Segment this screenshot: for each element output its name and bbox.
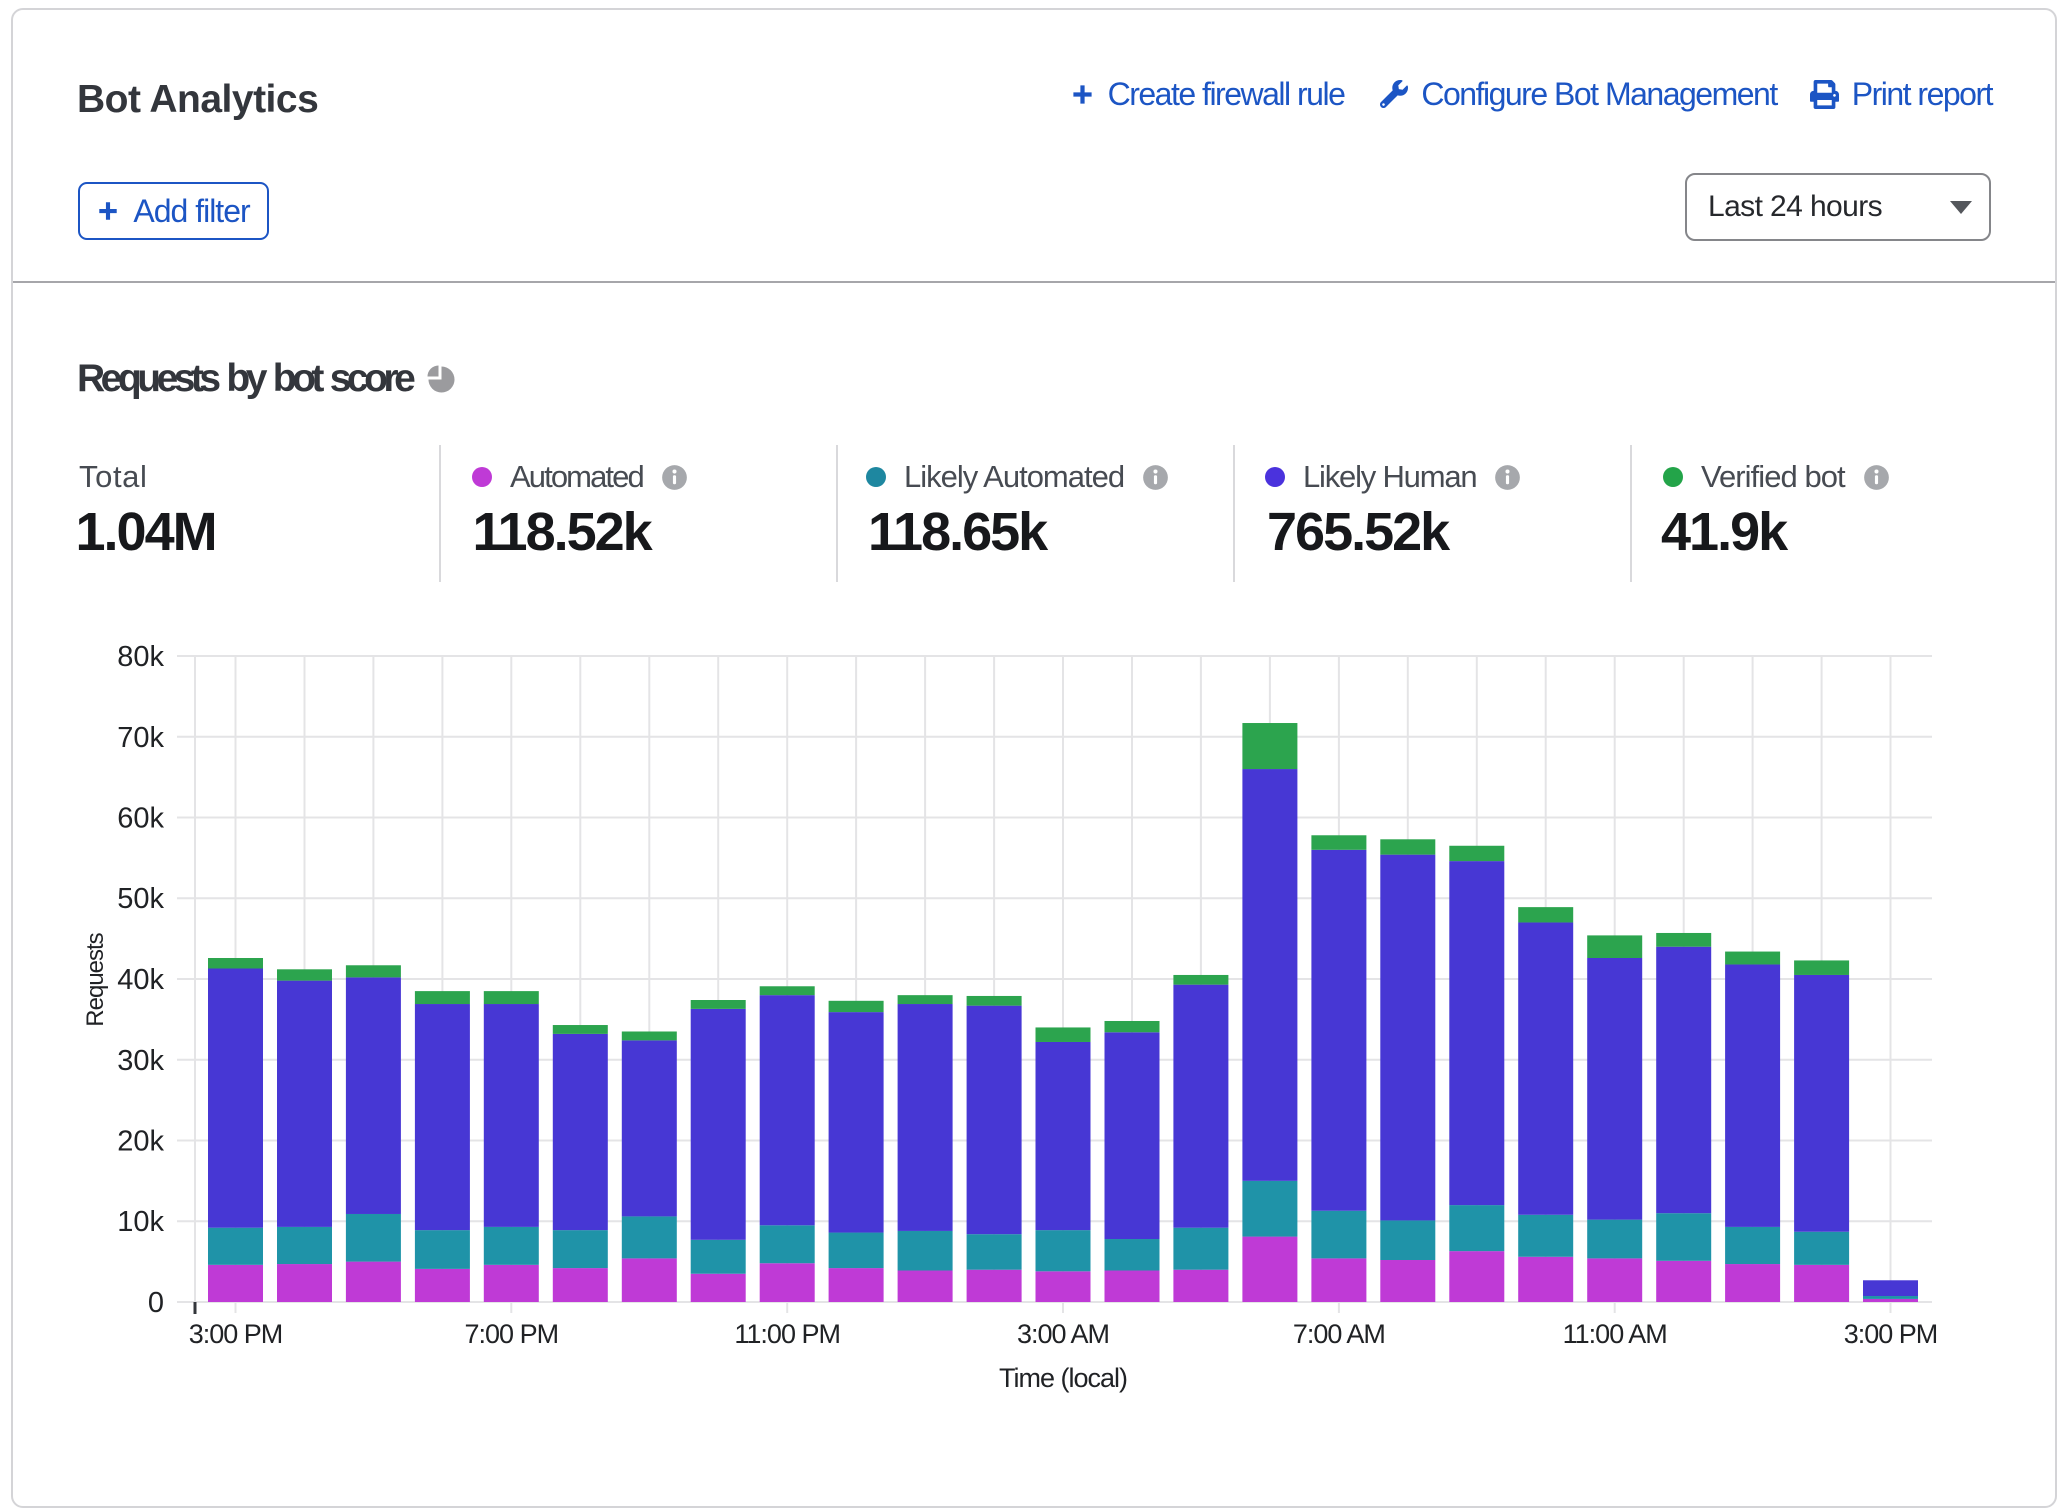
svg-text:10k: 10k	[117, 1206, 164, 1238]
svg-text:40k: 40k	[117, 964, 164, 996]
svg-text:11:00 AM: 11:00 AM	[1563, 1319, 1667, 1349]
svg-text:7:00 AM: 7:00 AM	[1293, 1319, 1385, 1349]
svg-text:30k: 30k	[117, 1045, 164, 1077]
svg-text:Time (local): Time (local)	[999, 1363, 1127, 1393]
svg-text:Requests: Requests	[82, 932, 109, 1026]
svg-text:3:00 PM: 3:00 PM	[189, 1319, 283, 1349]
svg-text:0: 0	[148, 1287, 164, 1319]
svg-text:3:00 AM: 3:00 AM	[1017, 1319, 1109, 1349]
svg-text:11:00 PM: 11:00 PM	[734, 1319, 840, 1349]
svg-text:20k: 20k	[117, 1126, 164, 1158]
svg-text:70k: 70k	[117, 722, 164, 754]
svg-text:3:00 PM: 3:00 PM	[1844, 1319, 1938, 1349]
svg-text:80k: 80k	[117, 641, 164, 673]
svg-text:7:00 PM: 7:00 PM	[465, 1319, 559, 1349]
svg-text:50k: 50k	[117, 883, 164, 915]
svg-text:60k: 60k	[117, 803, 164, 835]
